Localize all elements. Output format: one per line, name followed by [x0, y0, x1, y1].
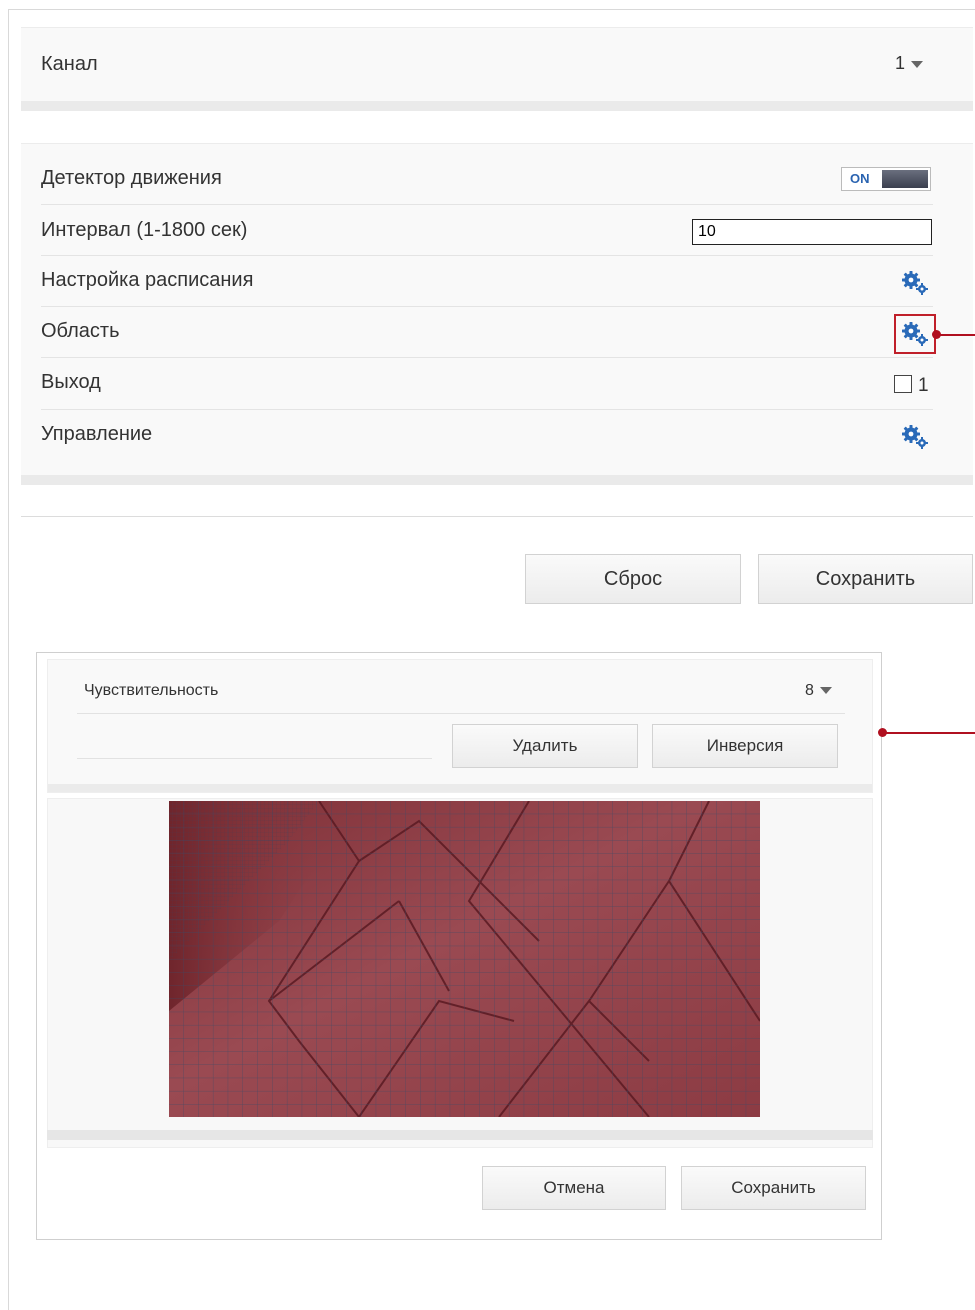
row-divider	[41, 306, 933, 307]
invert-button[interactable]: Инверсия	[652, 724, 838, 768]
chevron-down-icon	[911, 60, 924, 68]
interval-label: Интервал (1-1800 сек)	[41, 219, 248, 241]
area-gear-highlight	[894, 314, 936, 354]
save-button[interactable]: Сохранить	[758, 554, 973, 604]
toolbar-underline	[77, 758, 432, 759]
sensitivity-label: Чувствительность	[84, 682, 219, 699]
channel-panel	[21, 27, 973, 111]
area-label: Область	[41, 320, 120, 342]
preview-strip	[47, 1130, 873, 1140]
row-divider	[41, 357, 933, 358]
dialog-save-button[interactable]: Сохранить	[681, 1166, 866, 1210]
output-checkbox-label: 1	[918, 375, 929, 396]
channel-value: 1	[895, 53, 906, 73]
callout-line	[883, 732, 975, 734]
channel-select[interactable]: 1	[895, 53, 924, 74]
toggle-knob	[882, 170, 928, 188]
sensitivity-value: 8	[805, 682, 814, 699]
sensitivity-select[interactable]: 8	[805, 682, 832, 700]
motion-detector-toggle[interactable]: ON	[841, 167, 931, 191]
motion-detector-label: Детектор движения	[41, 167, 222, 189]
toolbar-strip	[48, 784, 872, 792]
toolbar-divider	[77, 713, 845, 714]
schedule-label: Настройка расписания	[41, 269, 254, 291]
toggle-on-text: ON	[850, 171, 870, 186]
reset-button[interactable]: Сброс	[525, 554, 741, 604]
output-label: Выход	[41, 371, 101, 393]
gear-icon[interactable]	[900, 269, 930, 297]
row-divider	[41, 204, 933, 205]
motion-settings-panel	[21, 143, 973, 485]
panel-strip	[21, 475, 973, 485]
motion-area-preview[interactable]	[169, 801, 760, 1117]
channel-label: Канал	[41, 53, 98, 75]
row-divider	[41, 409, 933, 410]
control-label: Управление	[41, 423, 153, 445]
row-divider	[41, 255, 933, 256]
interval-input[interactable]	[692, 219, 932, 245]
delete-button[interactable]: Удалить	[452, 724, 638, 768]
panel-strip	[21, 101, 973, 111]
gear-icon[interactable]	[900, 423, 930, 451]
cancel-button[interactable]: Отмена	[482, 1166, 666, 1210]
output-checkbox[interactable]	[894, 375, 912, 393]
chevron-down-icon	[819, 687, 832, 695]
callout-line	[937, 334, 975, 336]
section-divider	[21, 516, 973, 517]
